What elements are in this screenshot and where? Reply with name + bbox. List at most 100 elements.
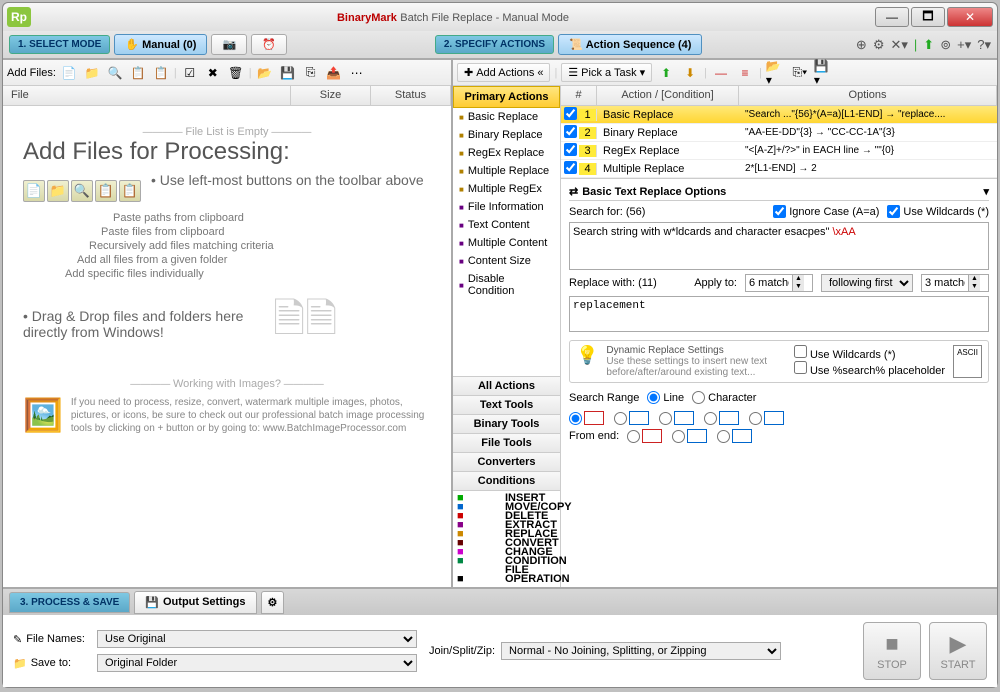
cat-disable-condition[interactable]: Disable Condition (453, 270, 560, 300)
cat-file-info[interactable]: File Information (453, 198, 560, 216)
open-folder-button[interactable]: 📂 (255, 63, 275, 83)
settings-icon[interactable]: ⚙ (873, 37, 885, 53)
clear-button[interactable]: 🗑 (226, 63, 246, 83)
cat-binary-tools[interactable]: Binary Tools (453, 414, 560, 433)
tab-manual[interactable]: ✋Manual (0) (114, 34, 207, 55)
use-wildcards-check[interactable] (887, 205, 900, 218)
plus-icon[interactable]: +▾ (957, 37, 971, 53)
collapse-icon[interactable]: ▾ (983, 185, 989, 198)
wifi-icon[interactable]: ⊚ (940, 37, 951, 53)
add-files-label: Add Files: (7, 67, 56, 79)
matches-before-input[interactable] (746, 275, 792, 291)
cat-binary-replace[interactable]: Binary Replace (453, 126, 560, 144)
add-recurse-button[interactable]: 🔍 (105, 63, 125, 83)
move-up-button[interactable]: ⬆ (656, 63, 676, 83)
close-button[interactable]: ✕ (947, 7, 993, 27)
upload-icon[interactable]: ⬆ (923, 37, 934, 53)
pick-task-button[interactable]: ☰Pick a Task ▾ (561, 63, 652, 82)
matches-after-input[interactable] (922, 275, 968, 291)
spin-up-2[interactable]: ▲ (968, 275, 980, 283)
filenames-select[interactable]: Use Original (97, 630, 417, 648)
add-file-button[interactable]: 📄 (59, 63, 79, 83)
spin-dn-2[interactable]: ▼ (968, 283, 980, 291)
action-content: # Action / [Condition] Options 1 Basic R… (561, 86, 997, 587)
start-button[interactable]: ▶START (929, 622, 987, 680)
globe-icon[interactable]: ⊕ (856, 37, 867, 53)
following-select[interactable]: following first (821, 274, 913, 292)
save-actions-button[interactable]: 💾▾ (814, 63, 834, 83)
cat-text-tools[interactable]: Text Tools (453, 395, 560, 414)
open-actions-button[interactable]: 📂▾ (766, 63, 786, 83)
cat-multiple-content[interactable]: Multiple Content (453, 234, 560, 252)
col-file[interactable]: File (3, 86, 291, 105)
cat-conditions[interactable]: Conditions (453, 471, 560, 490)
tab-output-settings[interactable]: 💾Output Settings (134, 591, 256, 614)
cat-file-tools[interactable]: File Tools (453, 433, 560, 452)
minimize-button[interactable]: — (875, 7, 909, 27)
tab-gear[interactable]: ⚙ (261, 591, 285, 614)
cat-content-size[interactable]: Content Size (453, 252, 560, 270)
remove-button[interactable]: ✖ (203, 63, 223, 83)
camera-icon: 📷 (222, 38, 236, 51)
copy-button[interactable]: ⎘ (301, 63, 321, 83)
maximize-button[interactable]: 🗖 (911, 7, 945, 27)
tab-clock[interactable]: ⏰ (251, 34, 287, 55)
add-files-toolbar: Add Files: 📄 📁 🔍 📋 📋 | ☑ ✖ 🗑 | 📂 💾 ⎘ 📤 ⋯ (3, 60, 451, 86)
tools-icon[interactable]: ✕▾ (890, 37, 907, 53)
help-icon[interactable]: ?▾ (977, 37, 991, 53)
search-textarea[interactable]: Search string with w*ldcards and charact… (569, 222, 989, 270)
cat-multiple-regex[interactable]: Multiple RegEx (453, 180, 560, 198)
col-status[interactable]: Status (371, 86, 451, 105)
add-folder-button[interactable]: 📁 (82, 63, 102, 83)
action-row-4[interactable]: 4 Multiple Replace 2*[L1-END] → 2 (561, 160, 997, 178)
paste-files-button[interactable]: 📋 (128, 63, 148, 83)
dyn-wildcards-check[interactable] (794, 345, 807, 358)
move-down-button[interactable]: ⬇ (680, 63, 700, 83)
delete-action-button[interactable]: — (711, 63, 731, 83)
cat-basic-replace[interactable]: Basic Replace (453, 108, 560, 126)
select-all-button[interactable]: ☑ (180, 63, 200, 83)
col-size[interactable]: Size (291, 86, 371, 105)
copy-actions-button[interactable]: ⎘▾ (790, 63, 810, 83)
replace-textarea[interactable]: replacement (569, 296, 989, 332)
end-opt-1[interactable] (627, 430, 640, 443)
dyn-placeholder-check[interactable] (794, 361, 807, 374)
export-button[interactable]: 📤 (324, 63, 344, 83)
tab-action-sequence[interactable]: 📜Action Sequence (4) (558, 34, 702, 55)
clear-actions-button[interactable]: ≡ (735, 63, 755, 83)
tab-camera[interactable]: 📷 (211, 34, 247, 55)
end-opt-2[interactable] (672, 430, 685, 443)
range-line-radio[interactable] (647, 391, 660, 404)
paste-paths-button[interactable]: 📋 (151, 63, 171, 83)
saveto-select[interactable]: Original Folder (97, 654, 417, 672)
action-check-1[interactable] (564, 107, 577, 120)
range-opt-1[interactable] (569, 412, 582, 425)
range-opt-3[interactable] (659, 412, 672, 425)
stop-button[interactable]: ■STOP (863, 622, 921, 680)
save-list-button[interactable]: 💾 (278, 63, 298, 83)
more-button[interactable]: ⋯ (347, 63, 367, 83)
action-row-3[interactable]: 3 RegEx Replace "<[A-Z]+/?>" in EACH lin… (561, 142, 997, 160)
action-row-1[interactable]: 1 Basic Replace "Search ..."{56}*(A=a)[L… (561, 106, 997, 124)
end-opt-3[interactable] (717, 430, 730, 443)
range-opt-4[interactable] (704, 412, 717, 425)
range-opt-5[interactable] (749, 412, 762, 425)
hint-icon-1: 📄 (23, 180, 45, 202)
spin-dn-1[interactable]: ▼ (792, 283, 804, 291)
range-opt-2[interactable] (614, 412, 627, 425)
cat-all-actions[interactable]: All Actions (453, 376, 560, 395)
action-check-2[interactable] (564, 125, 577, 138)
spin-up-1[interactable]: ▲ (792, 275, 804, 283)
cat-regex-replace[interactable]: RegEx Replace (453, 144, 560, 162)
cat-text-content[interactable]: Text Content (453, 216, 560, 234)
action-check-3[interactable] (564, 143, 577, 156)
cat-converters[interactable]: Converters (453, 452, 560, 471)
action-row-2[interactable]: 2 Binary Replace "AA-EE-DD"{3} → "CC-CC-… (561, 124, 997, 142)
add-actions-button[interactable]: ✚Add Actions « (457, 63, 550, 82)
range-char-radio[interactable] (692, 391, 705, 404)
cat-multiple-replace[interactable]: Multiple Replace (453, 162, 560, 180)
jsz-select[interactable]: Normal - No Joining, Splitting, or Zippi… (501, 642, 781, 660)
ignore-case-check[interactable] (773, 205, 786, 218)
ascii-button[interactable]: ASCII (953, 345, 982, 378)
action-check-4[interactable] (564, 161, 577, 174)
